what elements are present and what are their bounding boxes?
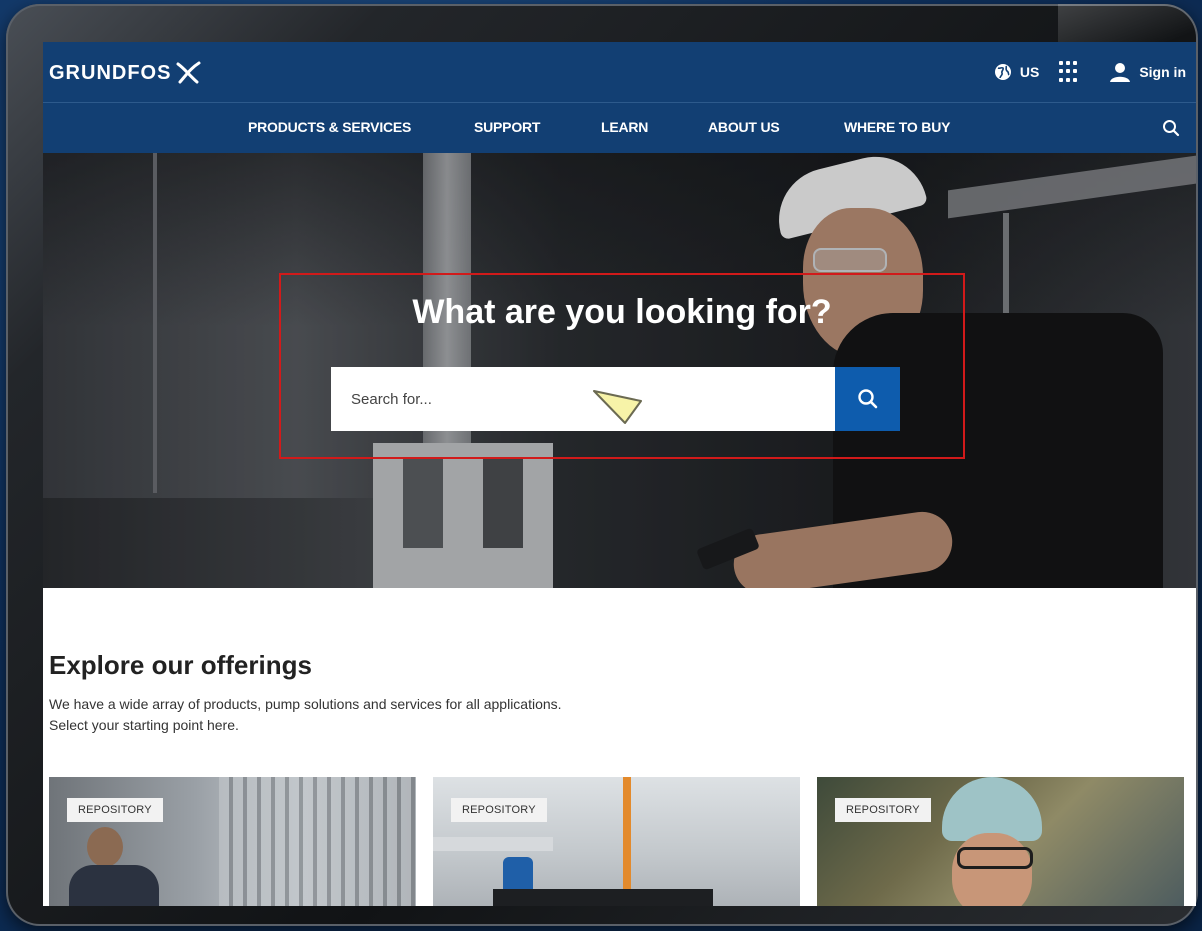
explore-description: We have a wide array of products, pump s… <box>49 694 562 736</box>
card-2-orange-pipe <box>623 777 631 906</box>
explore-title: Explore our offerings <box>49 650 312 680</box>
card-3-hard-hat <box>942 777 1042 841</box>
card-2-pipe <box>433 837 553 851</box>
search-input[interactable] <box>331 367 835 431</box>
offering-cards: REPOSITORY REPOSITORY REPOSITORY <box>49 777 1190 906</box>
offering-card-2[interactable]: REPOSITORY <box>433 777 800 906</box>
nav-about-us[interactable]: ABOUT US <box>708 119 780 135</box>
header-utility-area: US Sign in <box>994 56 1186 88</box>
card-badge: REPOSITORY <box>835 798 931 822</box>
search-icon <box>857 389 877 409</box>
card-3-worker-face <box>952 833 1032 906</box>
sign-in-button[interactable]: Sign in <box>1109 62 1186 82</box>
card-2-pump-units <box>493 889 713 906</box>
main-navigation: PRODUCTS & SERVICES SUPPORT LEARN ABOUT … <box>43 103 1196 153</box>
tablet-frame: GRUNDFOS US Sign in PRODUCTS & SERVICES … <box>6 4 1198 926</box>
card-badge: REPOSITORY <box>67 798 163 822</box>
nav-where-to-buy[interactable]: WHERE TO BUY <box>844 119 950 135</box>
user-icon <box>1110 63 1131 82</box>
region-label: US <box>1019 64 1040 80</box>
logo-text: GRUNDFOS <box>49 61 172 84</box>
hero-banner: What are you looking for? <box>43 153 1196 588</box>
region-selector[interactable]: US <box>994 63 1039 81</box>
top-header: GRUNDFOS US Sign in <box>43 42 1196 103</box>
offering-card-1[interactable]: REPOSITORY <box>49 777 416 906</box>
nav-support[interactable]: SUPPORT <box>474 119 540 135</box>
search-icon[interactable] <box>1162 119 1180 137</box>
nav-learn[interactable]: LEARN <box>601 119 648 135</box>
explore-description-line-1: We have a wide array of products, pump s… <box>49 696 562 712</box>
browser-screen: GRUNDFOS US Sign in PRODUCTS & SERVICES … <box>43 42 1196 906</box>
hero-title: What are you looking for? <box>412 293 832 331</box>
search-button[interactable] <box>835 367 900 431</box>
grundfos-logo-mark <box>176 61 201 84</box>
card-badge: REPOSITORY <box>451 798 547 822</box>
globe-icon <box>994 64 1011 80</box>
sign-in-label: Sign in <box>1139 64 1186 80</box>
app-grid-icon[interactable] <box>1059 61 1081 83</box>
card-3-glasses <box>957 847 1033 869</box>
explore-description-line-2: Select your starting point here. <box>49 717 239 733</box>
grundfos-logo[interactable]: GRUNDFOS <box>49 58 203 88</box>
card-1-worker-head <box>87 827 123 867</box>
card-1-machinery <box>219 777 416 906</box>
nav-products-services[interactable]: PRODUCTS & SERVICES <box>248 119 411 135</box>
card-1-worker-body <box>69 865 159 906</box>
offering-card-3[interactable]: REPOSITORY <box>817 777 1184 906</box>
pointer-cursor-icon <box>593 390 642 424</box>
